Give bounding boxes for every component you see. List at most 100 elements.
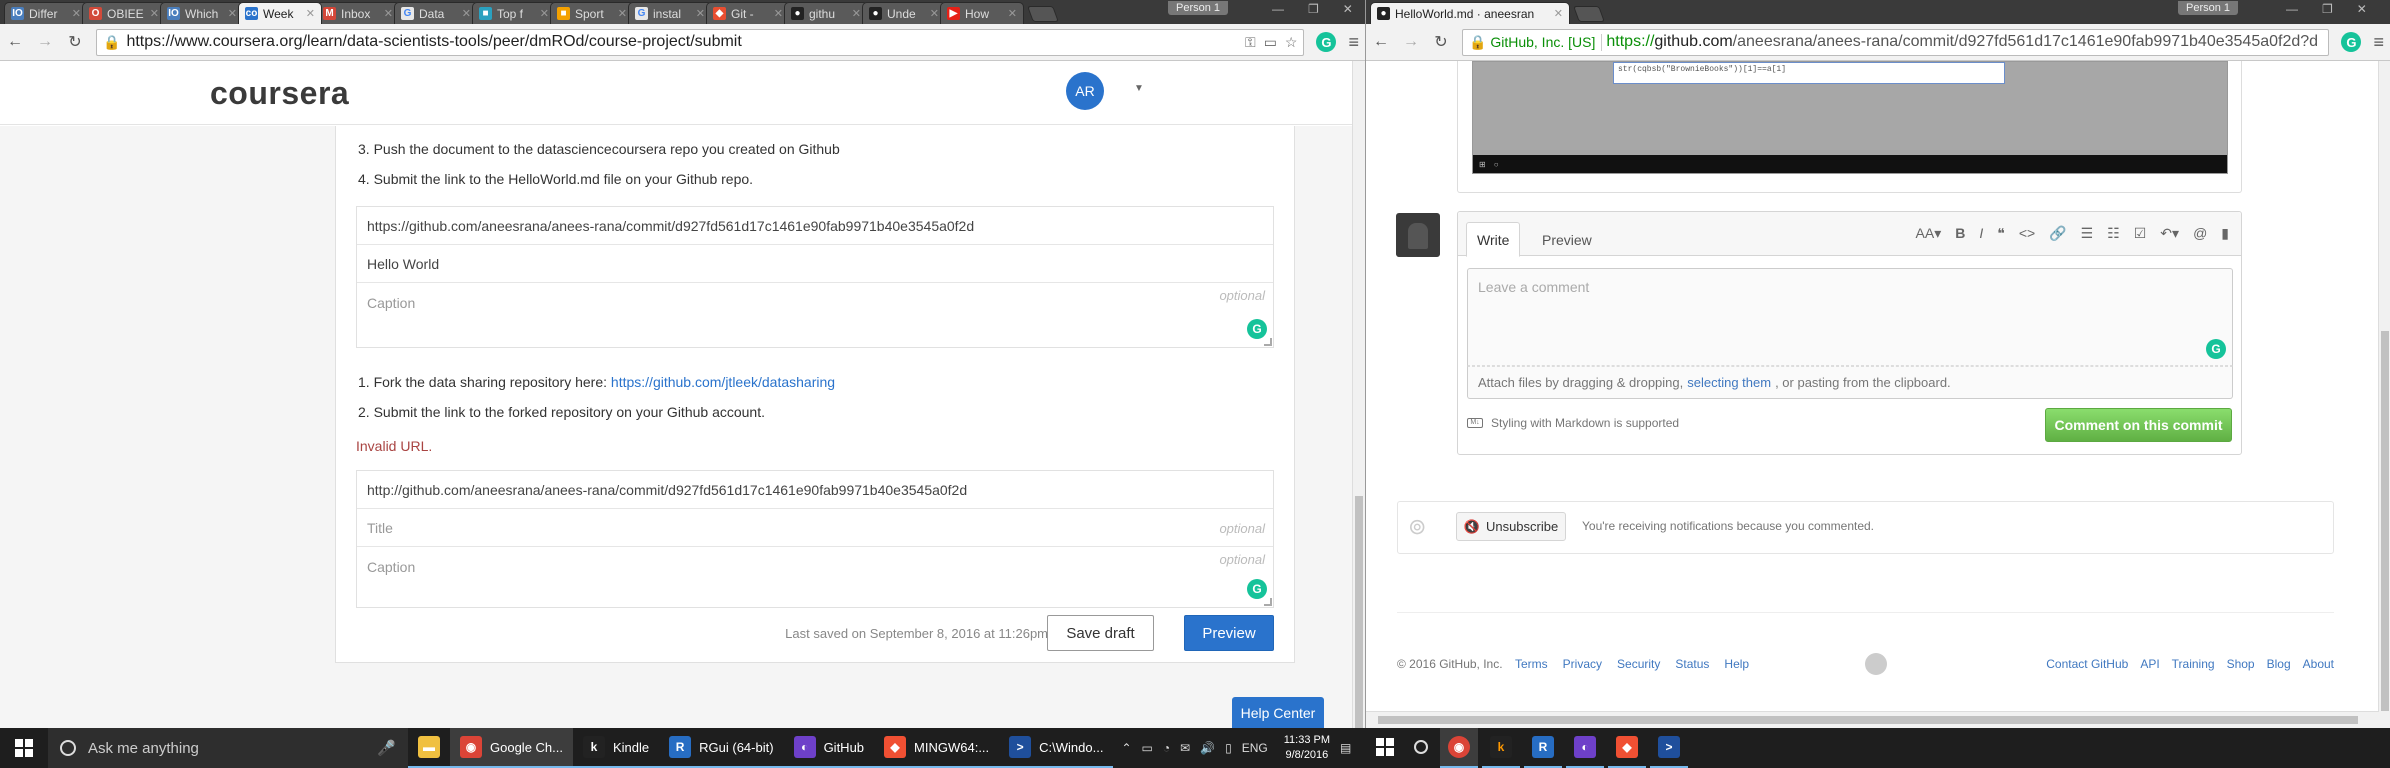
taskbar-item[interactable]: k Kindle <box>573 728 660 768</box>
taskbar-item[interactable]: ▬ <box>408 728 450 768</box>
close-icon[interactable]: ✕ <box>618 7 627 20</box>
footer-link[interactable]: Privacy <box>1563 657 1602 671</box>
close-icon[interactable]: ✕ <box>384 7 393 20</box>
battery-icon[interactable]: ▯ <box>1225 741 1232 755</box>
browser-tab[interactable]: G Data ✕ <box>394 2 478 24</box>
close-icon[interactable]: ✕ <box>150 7 159 20</box>
taskbar-git-bash[interactable]: ◆ <box>1608 728 1646 768</box>
minimize-icon[interactable]: — <box>2286 2 2298 16</box>
cortana-button[interactable] <box>1406 728 1436 768</box>
chrome-menu-icon[interactable]: ≡ <box>1348 32 1359 53</box>
taskbar-powershell[interactable]: > <box>1650 728 1688 768</box>
task-list-icon[interactable]: ☑ <box>2134 225 2147 242</box>
close-icon[interactable]: ✕ <box>1343 2 1353 16</box>
browser-tab[interactable]: IO Which ✕ <box>160 2 244 24</box>
grammarly-icon[interactable]: G <box>1247 319 1267 339</box>
unsubscribe-button[interactable]: 🔇 Unsubscribe <box>1456 512 1566 541</box>
markdown-note-text[interactable]: Styling with Markdown is supported <box>1491 416 1679 430</box>
browser-tab[interactable]: O OBIEE ✕ <box>82 2 166 24</box>
forward-arrow-icon[interactable]: → <box>36 33 54 51</box>
close-icon[interactable]: ✕ <box>72 7 81 20</box>
footer-link[interactable]: Contact GitHub <box>2046 657 2128 671</box>
browser-tab[interactable]: IO Differ ✕ <box>4 2 88 24</box>
mention-icon[interactable]: @ <box>2193 225 2207 242</box>
bookmark-star-icon[interactable]: ☆ <box>1285 34 1298 51</box>
vertical-scrollbar[interactable] <box>1352 61 1365 728</box>
close-icon[interactable]: ✕ <box>852 7 861 20</box>
title-input-2[interactable]: Title optional <box>357 509 1273 547</box>
numbered-list-icon[interactable]: ☷ <box>2107 225 2120 242</box>
select-files-link[interactable]: selecting them <box>1687 375 1771 390</box>
browser-tab[interactable]: ● githu ✕ <box>784 2 868 24</box>
close-icon[interactable]: ✕ <box>1554 7 1563 20</box>
address-bar[interactable]: 🔒 GitHub, Inc. [US] https://github.com/a… <box>1462 28 2330 56</box>
close-icon[interactable]: ✕ <box>540 7 549 20</box>
taskbar-item[interactable]: ◐ GitHub <box>783 728 875 768</box>
url-input-2[interactable]: http://github.com/aneesrana/anees-rana/c… <box>357 471 1273 509</box>
bookmark-icon[interactable]: ▮ <box>2221 225 2229 242</box>
taskbar-item[interactable]: > C:\Windo... <box>999 728 1114 768</box>
link-icon[interactable]: 🔗 <box>2049 225 2066 242</box>
reply-icon[interactable]: ↶▾ <box>2160 225 2179 242</box>
browser-tab[interactable]: ▶ How ✕ <box>940 2 1024 24</box>
show-hidden-icons-icon[interactable]: ⌃ <box>1121 741 1131 755</box>
footer-link[interactable]: Blog <box>2267 657 2291 671</box>
close-icon[interactable]: ✕ <box>1008 7 1017 20</box>
start-button-secondary[interactable] <box>1368 728 1402 768</box>
new-tab-button[interactable] <box>1027 6 1059 22</box>
chrome-menu-icon[interactable]: ≡ <box>2373 32 2384 53</box>
restore-icon[interactable]: ❐ <box>2322 2 2333 16</box>
forward-arrow-icon[interactable]: → <box>1402 33 1420 51</box>
horizontal-scrollbar[interactable] <box>1366 711 2379 728</box>
footer-link[interactable]: About <box>2303 657 2334 671</box>
title-input-1[interactable]: Hello World <box>357 245 1273 283</box>
grammarly-extension-icon[interactable]: G <box>1316 32 1337 52</box>
taskbar-github-desktop[interactable]: ◐ <box>1566 728 1604 768</box>
github-octocat-icon[interactable] <box>1865 653 1887 675</box>
preview-button[interactable]: Preview <box>1184 615 1274 651</box>
tab-preview[interactable]: Preview <box>1532 222 1602 257</box>
grammarly-icon[interactable]: G <box>1247 579 1267 599</box>
volume-icon[interactable]: 🔊 <box>1200 741 1215 755</box>
reload-icon[interactable]: ↻ <box>66 32 84 52</box>
vertical-scrollbar[interactable] <box>2378 61 2390 728</box>
grammarly-icon[interactable]: G <box>2206 339 2226 359</box>
caption-textarea-2[interactable]: Caption optional G <box>357 547 1273 607</box>
taskbar-item[interactable]: R RGui (64-bit) <box>659 728 784 768</box>
back-arrow-icon[interactable]: ← <box>1372 33 1390 51</box>
scrollbar-thumb[interactable] <box>1355 496 1363 728</box>
browser-tab[interactable]: ◆ Git - ✕ <box>706 2 790 24</box>
notifications-icon[interactable]: ▭ <box>1142 741 1153 755</box>
italic-icon[interactable]: I <box>1979 225 1983 242</box>
close-icon[interactable]: ✕ <box>306 7 315 20</box>
key-icon[interactable]: ⚿ <box>1245 34 1256 51</box>
taskbar-kindle[interactable]: k <box>1482 728 1520 768</box>
action-center-icon[interactable]: ▤ <box>1340 741 1351 755</box>
footer-link[interactable]: API <box>2140 657 2159 671</box>
browser-tab[interactable]: ■ Top f ✕ <box>472 2 556 24</box>
close-icon[interactable]: ✕ <box>696 7 705 20</box>
start-button[interactable] <box>0 728 48 768</box>
taskbar-item[interactable]: ◉ Google Ch... <box>450 728 573 768</box>
network-icon[interactable]: ◔ <box>1163 741 1170 755</box>
browser-tab[interactable]: co Week ✕ <box>238 2 322 24</box>
profile-badge[interactable]: Person 1 <box>2178 1 2239 15</box>
clock[interactable]: 11:33 PM 9/8/2016 <box>1284 733 1330 763</box>
user-avatar[interactable]: AR <box>1066 72 1104 110</box>
browser-tab[interactable]: Ginstal ✕ <box>628 2 712 24</box>
taskbar-rgui[interactable]: R <box>1524 728 1562 768</box>
datasharing-link[interactable]: https://github.com/jtleek/datasharing <box>611 374 835 390</box>
scrollbar-thumb[interactable] <box>1378 716 2358 724</box>
new-tab-button[interactable] <box>1573 6 1605 22</box>
resize-handle[interactable] <box>1264 338 1272 346</box>
back-arrow-icon[interactable]: ← <box>6 33 24 51</box>
address-bar[interactable]: 🔒 https://www.coursera.org/learn/data-sc… <box>96 28 1305 56</box>
close-icon[interactable]: ✕ <box>2357 2 2367 16</box>
mail-icon[interactable]: ✉ <box>1180 741 1190 755</box>
comment-textarea[interactable]: Leave a comment G <box>1467 268 2233 366</box>
taskbar-chrome[interactable]: ◉ <box>1440 728 1478 768</box>
footer-link[interactable]: Training <box>2172 657 2215 671</box>
footer-link[interactable]: Shop <box>2227 657 2255 671</box>
help-center-button[interactable]: Help Center <box>1232 697 1324 728</box>
profile-badge[interactable]: Person 1 <box>1168 1 1229 15</box>
